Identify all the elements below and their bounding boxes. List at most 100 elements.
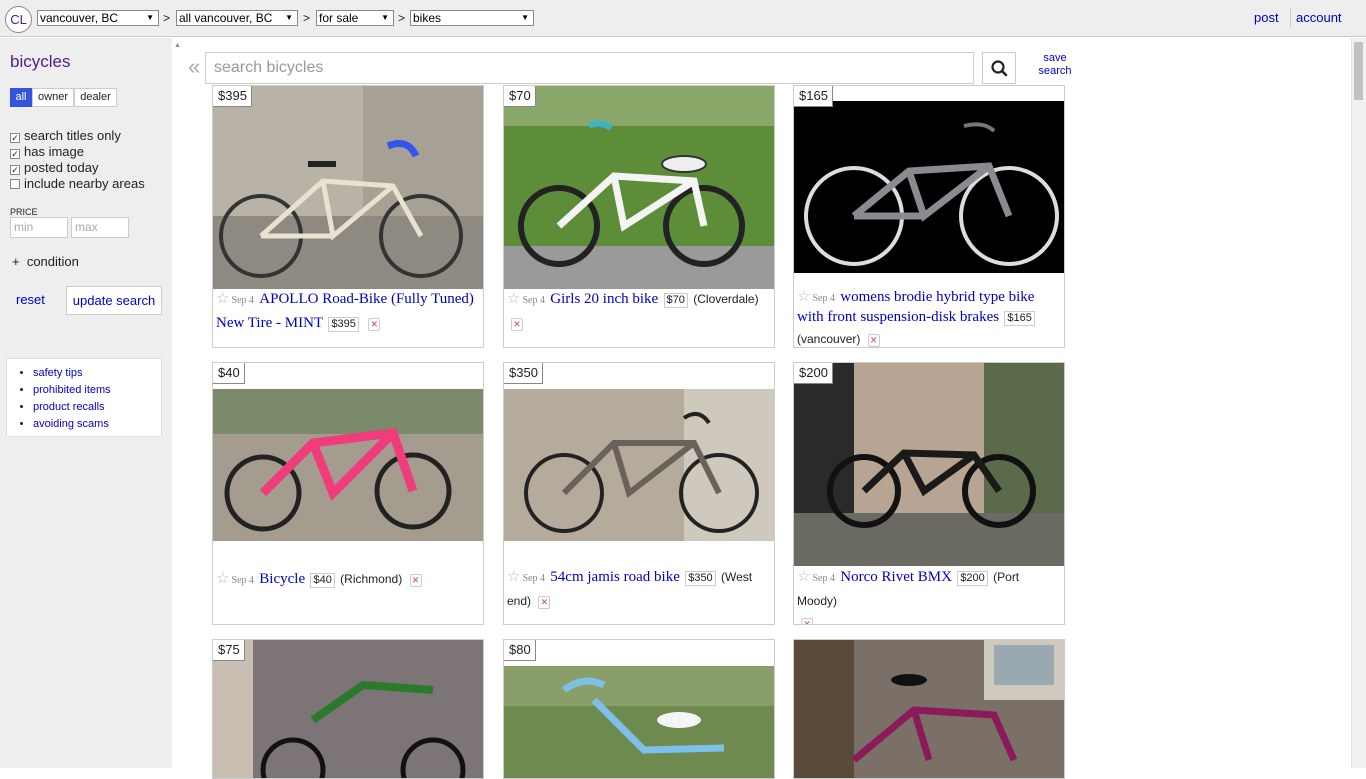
- hide-listing-icon[interactable]: ✕: [368, 318, 381, 331]
- search-button[interactable]: [982, 52, 1016, 84]
- hide-listing-icon[interactable]: ✕: [801, 618, 813, 624]
- listing-image[interactable]: [794, 363, 1064, 566]
- listing-card[interactable]: $75: [212, 639, 484, 779]
- section-select-value: for sale: [319, 11, 359, 25]
- price-min-input[interactable]: min: [10, 217, 68, 238]
- listing-date: Sep 4: [231, 295, 254, 306]
- section-select[interactable]: for sale ▼: [316, 10, 394, 26]
- filter-include-nearby[interactable]: include nearby areas: [10, 176, 145, 191]
- hide-listing-icon[interactable]: ✕: [409, 574, 422, 587]
- category-select[interactable]: bikes ▼: [410, 10, 534, 26]
- filter-label: include nearby areas: [24, 176, 145, 191]
- sidebar-collapse-strip[interactable]: [172, 38, 184, 768]
- checkbox-unchecked[interactable]: [10, 179, 20, 189]
- listing-image[interactable]: [504, 363, 774, 566]
- scroll-up-icon[interactable]: ▲: [174, 42, 181, 49]
- listing-title[interactable]: Girls 20 inch bike: [550, 291, 658, 307]
- price-max-input[interactable]: max: [71, 217, 129, 238]
- listing-price-tag: $40: [213, 363, 245, 384]
- filter-label: search titles only: [24, 128, 121, 143]
- account-link[interactable]: account: [1296, 10, 1342, 25]
- search-icon: [991, 60, 1008, 77]
- listing-card[interactable]: [793, 639, 1065, 779]
- listing-image[interactable]: [213, 86, 483, 289]
- favorite-star-icon[interactable]: ☆: [797, 566, 810, 588]
- list-item: avoiding scams: [33, 416, 161, 433]
- listing-price-badge: $395: [328, 317, 359, 332]
- filter-has-image[interactable]: ✓ has image: [10, 144, 84, 159]
- avoiding-scams-link[interactable]: avoiding scams: [33, 418, 109, 430]
- product-recalls-link[interactable]: product recalls: [33, 401, 105, 413]
- page-scrollbar[interactable]: [1351, 38, 1366, 768]
- chevron-down-icon: ▼: [381, 13, 389, 22]
- filter-label: has image: [24, 144, 84, 159]
- favorite-star-icon[interactable]: ☆: [507, 288, 520, 310]
- checkbox-checked[interactable]: ✓: [10, 165, 20, 175]
- listing-card[interactable]: $350 ☆ Sep 4 54cm jamis road bike $350 (W…: [503, 362, 775, 625]
- listing-card[interactable]: $80: [503, 639, 775, 779]
- listing-info: ☆ Sep 4 54cm jamis road bike $350 (West e…: [507, 566, 771, 612]
- listing-location: (vancouver): [797, 332, 861, 346]
- subarea-select[interactable]: all vancouver, BC ▼: [176, 10, 298, 26]
- listing-card[interactable]: $200 ☆ Sep 4 Norco Rivet BMX $200 (Port M…: [793, 362, 1065, 625]
- filter-owner-button[interactable]: owner: [32, 88, 74, 107]
- checkbox-checked[interactable]: ✓: [10, 133, 20, 143]
- save-search-line: save: [1043, 52, 1067, 64]
- filter-posted-today[interactable]: ✓ posted today: [10, 160, 98, 175]
- listing-title[interactable]: 54cm jamis road bike: [550, 569, 680, 585]
- listing-date: Sep 4: [522, 573, 545, 584]
- listing-date: Sep 4: [812, 573, 835, 584]
- prohibited-items-link[interactable]: prohibited items: [33, 384, 111, 396]
- list-item: product recalls: [33, 399, 161, 416]
- listing-image[interactable]: [213, 363, 483, 566]
- safety-links-box: safety tips prohibited items product rec…: [6, 358, 162, 437]
- category-select-value: bikes: [413, 11, 442, 25]
- favorite-star-icon[interactable]: ☆: [797, 288, 810, 306]
- hide-listing-icon[interactable]: ✕: [867, 334, 880, 347]
- favorite-star-icon[interactable]: ☆: [216, 288, 229, 310]
- listing-card[interactable]: $70 ☆ Sep 4 Girls 20 inch bike $70 (Clove…: [503, 85, 775, 348]
- breadcrumb-separator: >: [398, 11, 406, 25]
- favorite-star-icon[interactable]: ☆: [216, 568, 229, 590]
- listing-title[interactable]: Norco Rivet BMX: [840, 569, 952, 585]
- listing-price-tag: $75: [213, 640, 245, 661]
- hide-listing-icon[interactable]: ✕: [511, 318, 523, 331]
- listing-price-tag: $395: [213, 86, 252, 107]
- listing-card[interactable]: $395 ☆ Sep 4 APOLLO Road-Bike (Fully Tune…: [212, 85, 484, 348]
- plus-icon: +: [12, 254, 20, 269]
- condition-toggle[interactable]: + condition: [12, 254, 79, 269]
- scrollbar-thumb[interactable]: [1354, 42, 1363, 100]
- post-link[interactable]: post: [1254, 10, 1279, 25]
- search-input[interactable]: search bicycles: [205, 52, 974, 84]
- hide-listing-icon[interactable]: ✕: [538, 596, 551, 609]
- update-search-button[interactable]: update search: [66, 286, 162, 315]
- listing-info: ☆ Sep 4 Girls 20 inch bike $70 (Cloverdal…: [507, 288, 771, 334]
- listing-title[interactable]: Bicycle: [259, 571, 305, 587]
- save-search-link[interactable]: save search: [1036, 52, 1074, 78]
- listing-card[interactable]: $40 ☆ Sep 4 Bicycle $40 (Richmond) ✕: [212, 362, 484, 625]
- filter-dealer-button[interactable]: dealer: [74, 88, 117, 107]
- favorite-star-icon[interactable]: ☆: [507, 566, 520, 588]
- price-label: PRICE: [10, 207, 38, 217]
- listing-image[interactable]: [794, 86, 1064, 289]
- region-select[interactable]: vancouver, BC ▼: [37, 10, 159, 26]
- listing-image[interactable]: [504, 640, 774, 779]
- collapse-sidebar-icon[interactable]: «: [188, 56, 200, 78]
- craigslist-logo[interactable]: CL: [5, 6, 32, 33]
- filter-all-button[interactable]: all: [10, 88, 32, 107]
- filter-search-titles-only[interactable]: ✓ search titles only: [10, 128, 121, 143]
- listing-image[interactable]: [213, 640, 483, 779]
- reset-link[interactable]: reset: [16, 292, 45, 307]
- listing-price-badge: $165: [1004, 311, 1035, 326]
- listing-date: Sep 4: [231, 575, 254, 586]
- chevron-down-icon: ▼: [285, 13, 293, 22]
- listing-location: (Cloverdale): [693, 292, 759, 306]
- listing-card[interactable]: $165 ☆ Sep 4 womens brodie hybrid type bi…: [793, 85, 1065, 348]
- listing-image[interactable]: [504, 86, 774, 289]
- checkbox-checked[interactable]: ✓: [10, 149, 20, 159]
- breadcrumb-separator: >: [163, 11, 171, 25]
- listing-price-tag: $80: [504, 640, 536, 661]
- safety-tips-link[interactable]: safety tips: [33, 367, 83, 379]
- filter-label: posted today: [24, 160, 99, 175]
- listing-image[interactable]: [794, 640, 1064, 779]
